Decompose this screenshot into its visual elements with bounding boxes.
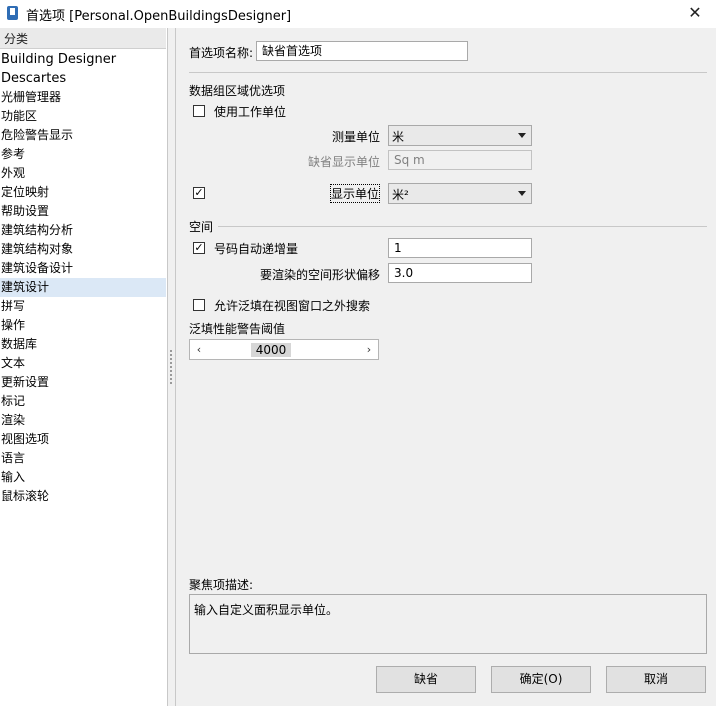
display-unit-value: 米² [392, 188, 409, 202]
window-title: 首选项 [Personal.OpenBuildingsDesigner] [26, 9, 292, 24]
shape-offset-field[interactable]: 3.0 [388, 263, 532, 283]
default-display-unit-label: 缺省显示单位 [308, 155, 381, 169]
category-item[interactable]: 文本 [0, 354, 166, 373]
splitter-grip-icon[interactable] [170, 350, 172, 386]
category-item[interactable]: 功能区 [0, 107, 166, 126]
title-bar: 首选项 [Personal.OpenBuildingsDesigner] ✕ [0, 0, 716, 26]
display-unit-dropdown[interactable]: 米² [388, 183, 532, 204]
category-item[interactable]: 定位映射 [0, 183, 166, 202]
category-item[interactable]: Building Designer [0, 50, 166, 69]
category-item[interactable]: 鼠标滚轮 [0, 487, 166, 506]
use-working-units-label: 使用工作单位 [214, 105, 287, 119]
data-section-label: 数据组区域优选项 [189, 84, 286, 98]
category-item[interactable]: 建筑设备设计 [0, 259, 166, 278]
category-header: 分类 [0, 28, 166, 49]
chevron-right-icon[interactable]: › [362, 342, 376, 358]
flood-threshold-thumb[interactable]: 4000 [251, 343, 291, 357]
category-item[interactable]: 视图选项 [0, 430, 166, 449]
close-icon[interactable]: ✕ [684, 2, 706, 24]
display-unit-checkbox[interactable]: ✓ [193, 187, 205, 199]
category-item[interactable]: 帮助设置 [0, 202, 166, 221]
category-item[interactable]: 光栅管理器 [0, 88, 166, 107]
divider [189, 72, 707, 73]
category-item[interactable]: 标记 [0, 392, 166, 411]
default-button[interactable]: 缺省 [376, 666, 476, 693]
space-section-label: 空间 [189, 220, 214, 234]
category-item[interactable]: 参考 [0, 145, 166, 164]
flood-search-checkbox[interactable] [193, 299, 205, 311]
chevron-down-icon [518, 191, 526, 196]
measure-unit-dropdown[interactable]: 米 [388, 125, 532, 146]
auto-increment-label: 号码自动递增量 [214, 242, 299, 256]
focus-description-label: 聚焦项描述: [189, 578, 254, 592]
category-item[interactable]: 建筑设计 [0, 278, 166, 297]
divider [218, 226, 707, 227]
category-item[interactable]: 建筑结构对象 [0, 240, 166, 259]
category-item[interactable]: 外观 [0, 164, 166, 183]
cancel-button[interactable]: 取消 [606, 666, 706, 693]
category-item[interactable]: 语言 [0, 449, 166, 468]
display-unit-label: 显示单位 [329, 184, 381, 203]
auto-increment-field[interactable]: 1 [388, 238, 532, 258]
focus-description-box: 输入自定义面积显示单位。 [189, 594, 707, 654]
measure-unit-value: 米 [392, 130, 405, 144]
app-icon [7, 6, 18, 20]
category-pane: 分类 Building Designer Descartes 光栅管理器 功能区 危险警… [0, 28, 168, 706]
category-item[interactable]: 危险警告显示 [0, 126, 166, 145]
chevron-left-icon[interactable]: ‹ [192, 342, 206, 358]
measure-unit-label: 测量单位 [332, 130, 381, 144]
flood-search-label: 允许泛填在视图窗口之外搜索 [214, 299, 371, 313]
ok-button[interactable]: 确定(O) [491, 666, 591, 693]
category-item[interactable]: 操作 [0, 316, 166, 335]
flood-threshold-scrollbar[interactable]: ‹ 4000 › [189, 339, 379, 360]
category-header-label: 分类 [4, 32, 29, 46]
category-item[interactable]: 输入 [0, 468, 166, 487]
pane-splitter[interactable] [168, 28, 176, 706]
flood-threshold-label: 泛填性能警告阈值 [189, 322, 286, 336]
auto-increment-checkbox[interactable]: ✓ [193, 242, 205, 254]
category-list: Building Designer Descartes 光栅管理器 功能区 危险警告显示… [0, 50, 166, 506]
category-item[interactable]: 渲染 [0, 411, 166, 430]
focus-description-text: 输入自定义面积显示单位。 [194, 603, 339, 617]
use-working-units-checkbox[interactable] [193, 105, 205, 117]
pref-name-field[interactable]: 缺省首选项 [256, 41, 468, 61]
default-display-unit-field: Sq m [388, 150, 532, 170]
pref-name-label: 首选项名称: [189, 46, 254, 60]
category-item[interactable]: 数据库 [0, 335, 166, 354]
category-item[interactable]: Descartes [0, 69, 166, 88]
category-item[interactable]: 建筑结构分析 [0, 221, 166, 240]
shape-offset-label: 要渲染的空间形状偏移 [260, 268, 381, 282]
category-item[interactable]: 更新设置 [0, 373, 166, 392]
category-item[interactable]: 拼写 [0, 297, 166, 316]
chevron-down-icon [518, 133, 526, 138]
